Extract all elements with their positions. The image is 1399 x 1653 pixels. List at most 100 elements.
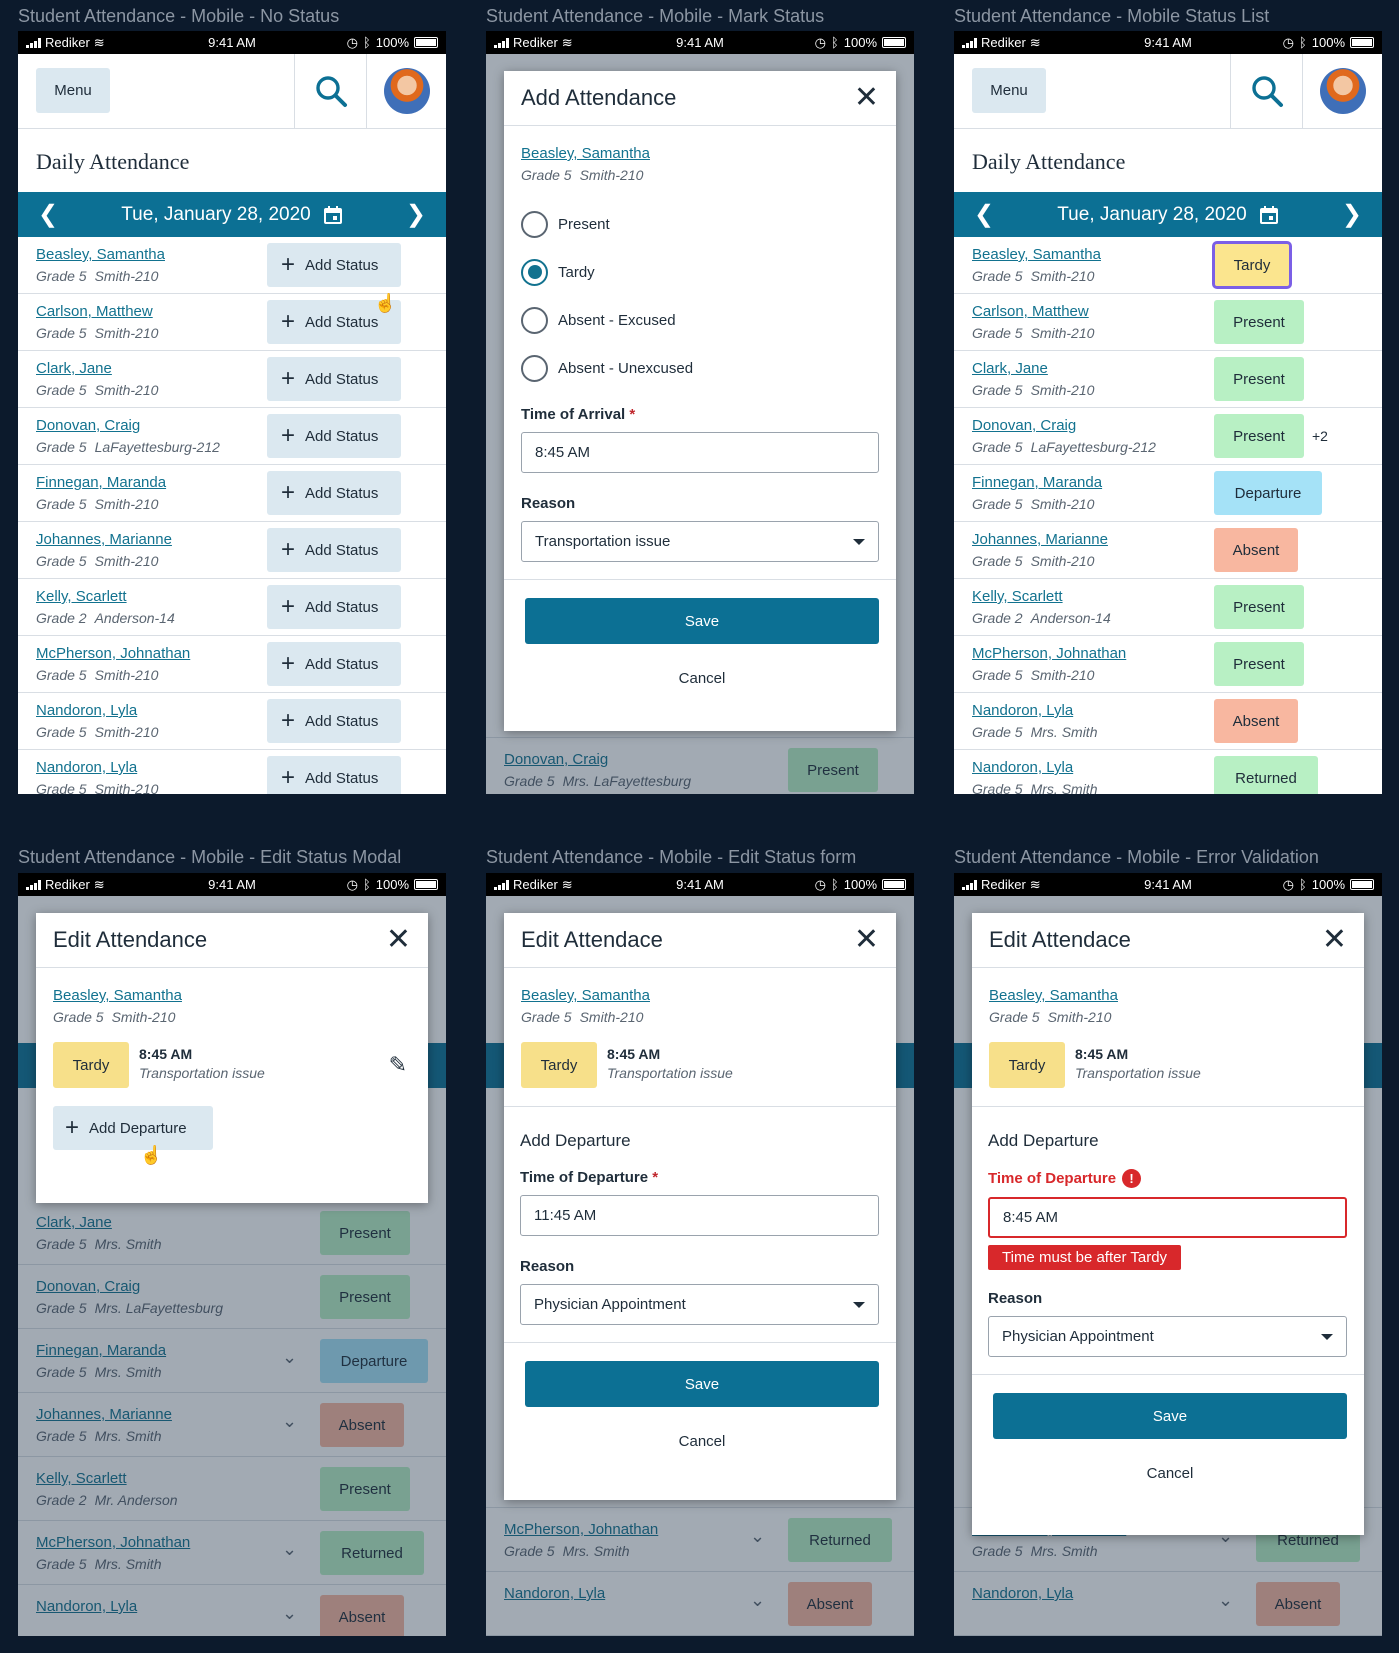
student-name-link[interactable]: Beasley, Samantha	[972, 245, 1364, 265]
extra-count-badge[interactable]: +2	[1312, 428, 1328, 444]
student-name-link[interactable]: Nandoron, Lyla	[972, 701, 1364, 721]
reason-label: Reason	[521, 495, 576, 512]
save-button[interactable]: Save	[525, 1361, 879, 1407]
cancel-button[interactable]: Cancel	[525, 1433, 879, 1450]
close-icon[interactable]: ✕	[386, 925, 411, 955]
room: Smith-210	[579, 167, 644, 183]
chevron-left-icon[interactable]: ❮	[974, 200, 994, 229]
clock: 9:41 AM	[676, 877, 724, 892]
add-status-button[interactable]: + Add Status	[267, 699, 401, 743]
avatar-button[interactable]	[366, 54, 446, 128]
search-button[interactable]	[1230, 54, 1302, 128]
status-badge[interactable]: Present	[1214, 585, 1304, 629]
radio-option[interactable]: Absent - Unexcused	[521, 344, 879, 392]
reason-select[interactable]: Transportation issue	[521, 521, 879, 562]
calendar-icon[interactable]	[1259, 205, 1279, 225]
screen: Menu Daily Attendance ❮ Tue, January 28, …	[18, 54, 446, 794]
status-badge[interactable]: Absent	[1214, 699, 1298, 743]
avatar-button[interactable]	[1302, 54, 1382, 128]
add-status-button[interactable]: + Add Status	[267, 756, 401, 794]
reason-select[interactable]: Physician Appointment	[988, 1316, 1347, 1357]
top-bar: Menu	[18, 54, 446, 129]
add-status-button[interactable]: + Add Status	[267, 471, 401, 515]
add-status-button[interactable]: + Add Status	[267, 243, 401, 287]
time-input[interactable]: 8:45 AM	[521, 432, 879, 473]
menu-button[interactable]: Menu	[36, 68, 110, 113]
status-badge[interactable]: Absent	[1214, 528, 1298, 572]
reason-select[interactable]: Physician Appointment	[520, 1284, 879, 1325]
student-name-link[interactable]: Beasley, Samantha	[53, 986, 411, 1006]
radio-option[interactable]: Absent - Excused	[521, 296, 879, 344]
close-icon[interactable]: ✕	[1322, 925, 1347, 955]
time-input[interactable]: 8:45 AM	[988, 1197, 1347, 1238]
student-name-link[interactable]: Beasley, Samantha	[989, 986, 1347, 1006]
student-name-link[interactable]: Kelly, Scarlett	[972, 587, 1364, 607]
student-name-link[interactable]: Donovan, Craig	[972, 416, 1364, 436]
status-reason: Transportation issue	[1075, 1065, 1201, 1081]
cancel-button[interactable]: Cancel	[993, 1465, 1347, 1482]
add-status-button[interactable]: + Add Status	[267, 585, 401, 629]
edit-attendance-modal: Edit Attendance ✕ Beasley, Samantha Grad…	[36, 913, 428, 1203]
status-reason: Transportation issue	[139, 1065, 265, 1081]
status-badge[interactable]: Tardy	[1212, 241, 1292, 289]
table-row: Carlson, Matthew Grade 5 Smith-210 Present	[954, 294, 1382, 351]
status-badge[interactable]: Present	[1214, 300, 1304, 344]
add-status-button[interactable]: + Add Status	[267, 528, 401, 572]
status-bar: Rediker ≋ 9:41 AM ◷ ᛒ 100%	[954, 873, 1382, 896]
radio-button[interactable]	[521, 210, 548, 238]
student-name-link[interactable]: McPherson, Johnathan	[972, 644, 1364, 664]
status-bar: Rediker ≋ 9:41 AM ◷ ᛒ 100%	[18, 31, 446, 54]
add-status-button[interactable]: + Add Status	[267, 642, 401, 686]
status-badge[interactable]: Present	[1214, 357, 1304, 401]
table-row: Beasley, Samantha Grade 5 Smith-210 + Add St…	[18, 237, 446, 294]
student-list: Beasley, Samantha Grade 5 Smith-210 Tardy Ca…	[954, 237, 1382, 794]
table-row: Kelly, Scarlett Grade 2 Anderson-14 Present	[954, 579, 1382, 636]
room: Smith-210	[1030, 268, 1095, 284]
radio-option[interactable]: Present	[521, 200, 879, 248]
screen: Grade 2Mr. AndersonPresentMcPherson, Joh…	[954, 896, 1382, 1636]
radio-button[interactable]	[521, 354, 548, 382]
table-row: Nandoron, Lyla Grade 5 Mrs. Smith Absent	[954, 693, 1382, 750]
add-status-label: Add Status	[305, 484, 379, 502]
status-badge[interactable]: Departure	[1214, 471, 1322, 515]
chevron-left-icon[interactable]: ❮	[38, 200, 58, 229]
chevron-right-icon[interactable]: ❯	[1342, 200, 1362, 229]
radio-option[interactable]: Tardy	[521, 248, 879, 296]
reason-label: Reason	[520, 1258, 575, 1275]
radio-button[interactable]	[521, 306, 548, 334]
table-row: McPherson, Johnathan Grade 5 Smith-210 Pres…	[954, 636, 1382, 693]
room: Anderson-14	[1030, 610, 1111, 626]
status-badge[interactable]: Present	[1214, 642, 1304, 686]
student-name-link[interactable]: Clark, Jane	[972, 359, 1364, 379]
status-badge[interactable]: Returned	[1214, 756, 1318, 794]
cursor-icon: ☝	[374, 293, 397, 313]
save-button[interactable]: Save	[993, 1393, 1347, 1439]
student-name-link[interactable]: Johannes, Marianne	[972, 530, 1364, 550]
grade: Grade 5	[972, 325, 1023, 341]
student-name-link[interactable]: Beasley, Samantha	[521, 986, 879, 1006]
student-name-link[interactable]: Beasley, Samantha	[521, 144, 879, 164]
table-row: Finnegan, Maranda Grade 5 Smith-210 + Add St…	[18, 465, 446, 522]
screen: Menu Daily Attendance ❮ Tue, January 28, …	[954, 54, 1382, 794]
add-departure-button[interactable]: + Add Departure	[53, 1106, 213, 1150]
add-status-button[interactable]: + Add Status	[267, 414, 401, 458]
pencil-icon[interactable]: ✎	[389, 1052, 407, 1078]
add-status-button[interactable]: + Add Status	[267, 357, 401, 401]
grade: Grade 5	[972, 781, 1023, 794]
chevron-right-icon[interactable]: ❯	[406, 200, 426, 229]
radio-button[interactable]	[521, 258, 548, 286]
search-button[interactable]	[294, 54, 366, 128]
close-icon[interactable]: ✕	[854, 83, 879, 113]
status-badge[interactable]: Present	[1214, 414, 1304, 458]
student-meta: Grade 2 Anderson-14	[972, 607, 1364, 629]
cancel-button[interactable]: Cancel	[525, 670, 879, 687]
frame-title: Student Attendance - Mobile Status List	[954, 6, 1270, 26]
room: Smith-210	[94, 667, 159, 683]
student-name-link[interactable]: Carlson, Matthew	[972, 302, 1364, 322]
calendar-icon[interactable]	[323, 205, 343, 225]
close-icon[interactable]: ✕	[854, 925, 879, 955]
time-input[interactable]: 11:45 AM	[520, 1195, 879, 1236]
save-button[interactable]: Save	[525, 598, 879, 644]
menu-button[interactable]: Menu	[972, 68, 1046, 113]
time-value: 8:45 AM	[535, 444, 591, 461]
